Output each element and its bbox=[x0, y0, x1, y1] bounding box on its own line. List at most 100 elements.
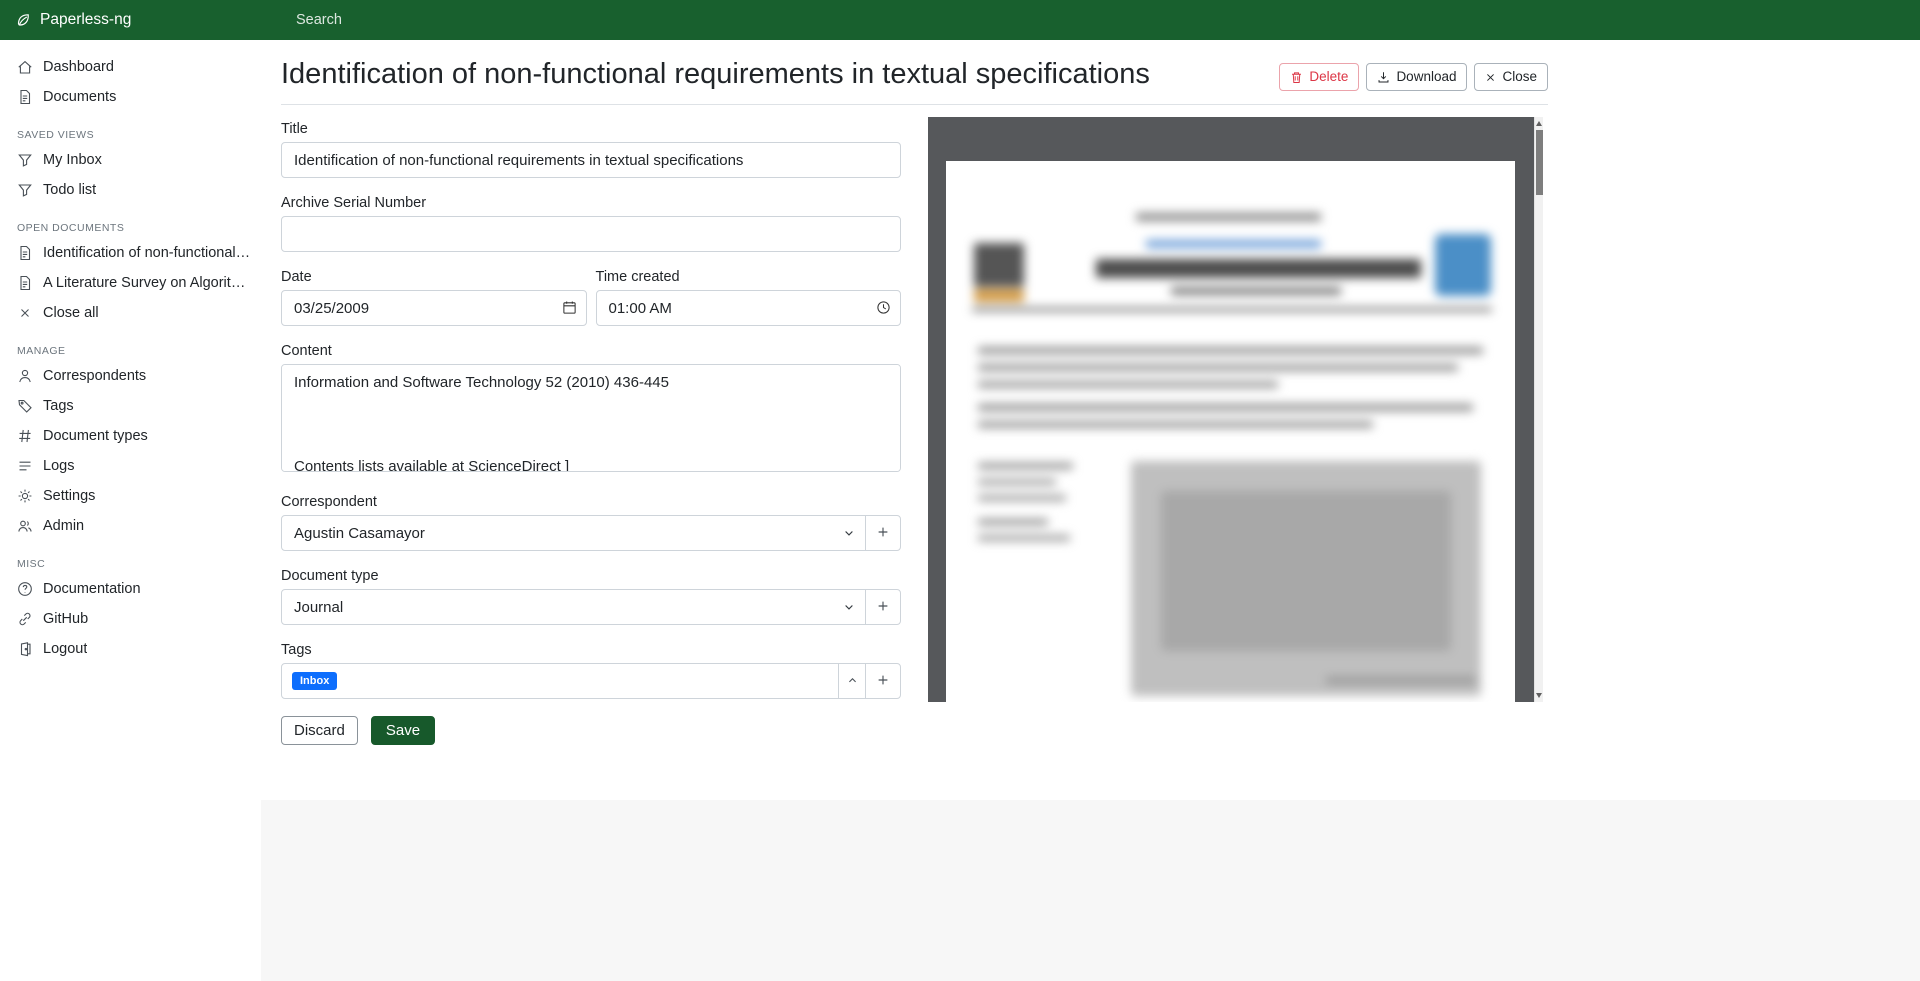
list-icon bbox=[17, 458, 33, 474]
sidebar-item-label: Admin bbox=[43, 518, 84, 534]
document-type-label: Document type bbox=[281, 568, 901, 584]
asn-label: Archive Serial Number bbox=[281, 195, 901, 211]
preview-scrollbar-thumb[interactable] bbox=[1536, 130, 1543, 195]
title-label: Title bbox=[281, 121, 901, 137]
sidebar-item-label: Documentation bbox=[43, 581, 141, 597]
tags-input[interactable]: Inbox bbox=[281, 663, 839, 699]
date-input[interactable] bbox=[281, 290, 587, 326]
delete-button[interactable]: Delete bbox=[1279, 63, 1359, 91]
title-input[interactable] bbox=[281, 142, 901, 178]
time-created-input[interactable] bbox=[596, 290, 902, 326]
time-created-label: Time created bbox=[596, 269, 902, 285]
preview-scrollbar[interactable] bbox=[1534, 117, 1543, 702]
close-icon bbox=[1485, 72, 1496, 83]
sidebar-item-label: Todo list bbox=[43, 182, 96, 198]
save-button[interactable]: Save bbox=[371, 716, 435, 745]
document-type-select[interactable]: Journal bbox=[281, 589, 866, 625]
document-preview-pane bbox=[928, 117, 1543, 745]
blurred-title-line bbox=[1096, 259, 1421, 278]
plus-icon bbox=[876, 525, 890, 542]
blurred-link-line bbox=[1146, 240, 1321, 248]
sidebar-item-admin[interactable]: Admin bbox=[0, 511, 261, 541]
sidebar-item-label: Logout bbox=[43, 641, 87, 657]
tags-label: Tags bbox=[281, 642, 901, 658]
sidebar-item-github[interactable]: GitHub bbox=[0, 604, 261, 634]
sidebar-item-label: My Inbox bbox=[43, 152, 102, 168]
download-button[interactable]: Download bbox=[1366, 63, 1467, 91]
app-brand[interactable]: Paperless-ng bbox=[0, 0, 261, 40]
sidebar-item-tags[interactable]: Tags bbox=[0, 391, 261, 421]
sidebar-item-document-types[interactable]: Document types bbox=[0, 421, 261, 451]
download-button-label: Download bbox=[1396, 68, 1456, 86]
open-document-label: Identification of non-functional require… bbox=[43, 245, 251, 261]
blurred-subtitle-line bbox=[1171, 287, 1341, 295]
open-documents-header: OPEN DOCUMENTS bbox=[0, 205, 261, 238]
top-navbar: Paperless-ng bbox=[0, 0, 1920, 40]
sidebar-item-label: Document types bbox=[43, 428, 148, 444]
sidebar-open-document-1[interactable]: Identification of non-functional require… bbox=[0, 238, 261, 268]
add-document-type-button[interactable] bbox=[865, 589, 901, 625]
sidebar-item-my-inbox[interactable]: My Inbox bbox=[0, 145, 261, 175]
tag-badge-inbox[interactable]: Inbox bbox=[292, 672, 337, 690]
search-input[interactable] bbox=[261, 11, 1461, 29]
discard-button[interactable]: Discard bbox=[281, 716, 358, 745]
sidebar-item-todo-list[interactable]: Todo list bbox=[0, 175, 261, 205]
sidebar-item-dashboard[interactable]: Dashboard bbox=[0, 52, 261, 82]
blurred-sidebar-line bbox=[978, 463, 1073, 469]
sidebar-item-label: Logs bbox=[43, 458, 74, 474]
add-tag-button[interactable] bbox=[865, 663, 901, 699]
blurred-publisher-logo bbox=[1435, 234, 1491, 296]
blurred-pdf-content bbox=[946, 161, 1515, 702]
house-icon bbox=[17, 59, 33, 75]
misc-header: MISC bbox=[0, 541, 261, 574]
hash-icon bbox=[17, 428, 33, 444]
scroll-down-arrow-icon[interactable] bbox=[1536, 693, 1542, 698]
tags-dropdown-toggle-button[interactable] bbox=[838, 663, 866, 699]
saved-views-header: SAVED VIEWS bbox=[0, 112, 261, 145]
correspondent-select[interactable]: Agustin Casamayor bbox=[281, 515, 866, 551]
pdf-page bbox=[946, 161, 1515, 702]
open-document-label: A Literature Survey on Algorithms for Mu… bbox=[43, 275, 251, 291]
close-button[interactable]: Close bbox=[1474, 63, 1548, 91]
search-bar bbox=[261, 0, 1920, 40]
gear-icon bbox=[17, 488, 33, 504]
chevron-up-icon bbox=[847, 674, 858, 689]
close-icon bbox=[17, 305, 33, 321]
sidebar-item-logs[interactable]: Logs bbox=[0, 451, 261, 481]
blurred-sidebar-line bbox=[978, 535, 1070, 541]
sidebar-item-label: Correspondents bbox=[43, 368, 146, 384]
funnel-icon bbox=[17, 182, 33, 198]
manage-header: MANAGE bbox=[0, 328, 261, 361]
content-textarea[interactable]: Information and Software Technology 52 (… bbox=[281, 364, 901, 472]
page-header: Identification of non-functional require… bbox=[281, 40, 1548, 105]
sidebar-item-settings[interactable]: Settings bbox=[0, 481, 261, 511]
person-icon bbox=[17, 368, 33, 384]
file-text-icon bbox=[17, 89, 33, 105]
page-title: Identification of non-functional require… bbox=[281, 55, 1150, 93]
scroll-up-arrow-icon[interactable] bbox=[1536, 121, 1542, 126]
blurred-sidebar-line bbox=[978, 495, 1066, 501]
sidebar-open-document-2[interactable]: A Literature Survey on Algorithms for Mu… bbox=[0, 268, 261, 298]
add-correspondent-button[interactable] bbox=[865, 515, 901, 551]
sidebar-item-documentation[interactable]: Documentation bbox=[0, 574, 261, 604]
blurred-paragraph-line bbox=[978, 421, 1373, 428]
blurred-paragraph-line bbox=[978, 347, 1483, 354]
sidebar-close-all[interactable]: Close all bbox=[0, 298, 261, 328]
question-circle-icon bbox=[17, 581, 33, 597]
blurred-divider-line bbox=[972, 308, 1492, 311]
file-text-icon bbox=[17, 275, 33, 291]
funnel-icon bbox=[17, 152, 33, 168]
sidebar-item-documents[interactable]: Documents bbox=[0, 82, 261, 112]
plus-icon bbox=[876, 599, 890, 616]
sidebar-item-label: Tags bbox=[43, 398, 74, 414]
leaf-logo-icon bbox=[15, 12, 31, 28]
door-icon bbox=[17, 641, 33, 657]
file-text-icon bbox=[17, 245, 33, 261]
link-icon bbox=[17, 611, 33, 627]
sidebar-item-correspondents[interactable]: Correspondents bbox=[0, 361, 261, 391]
pdf-viewer[interactable] bbox=[928, 117, 1543, 702]
plus-icon bbox=[876, 673, 890, 690]
archive-serial-number-input[interactable] bbox=[281, 216, 901, 252]
sidebar-item-logout[interactable]: Logout bbox=[0, 634, 261, 664]
sidebar-item-label: Settings bbox=[43, 488, 95, 504]
